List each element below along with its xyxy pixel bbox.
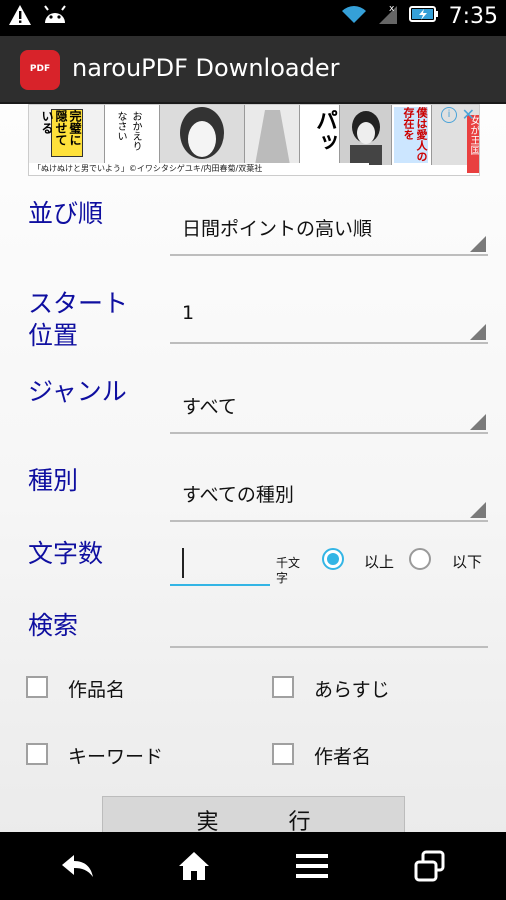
radio-below-label: 以下 [452, 553, 483, 571]
genre-label: ジャンル [28, 377, 127, 406]
search-label: 検索 [28, 611, 79, 640]
genre-value: すべて [182, 396, 237, 418]
checkbox-author[interactable] [272, 743, 294, 765]
start-label-line: スタート [28, 289, 129, 318]
clock: 7:35 [448, 3, 498, 29]
svg-text:x: x [389, 4, 395, 14]
ad-text: 僕は愛人の存在を [394, 107, 428, 163]
unit-line: 字 [276, 571, 289, 585]
start-spinner[interactable]: 1 [170, 292, 488, 344]
checkbox-keyword-label: キーワード [68, 746, 164, 768]
text-cursor [182, 548, 184, 578]
menu-icon[interactable] [272, 832, 352, 900]
checkbox-synopsis-label: あらすじ [314, 679, 390, 701]
wifi-icon [341, 3, 367, 29]
start-value: 1 [182, 302, 195, 324]
recent-apps-icon[interactable] [390, 832, 470, 900]
checkbox-synopsis[interactable] [272, 676, 294, 698]
ad-close-icon[interactable]: ✕ [462, 105, 475, 124]
radio-above-label: 以上 [364, 553, 395, 571]
app-logo-icon[interactable]: PDF [20, 50, 60, 90]
ad-panel: 僕は愛人の存在を [391, 105, 432, 165]
ad-text: おかえりなさい [115, 111, 141, 151]
android-icon [42, 5, 68, 29]
action-bar: PDF narouPDF Downloader [0, 36, 506, 104]
radio-above[interactable] [322, 548, 344, 570]
sort-value: 日間ポイントの高い順 [182, 218, 373, 240]
dropdown-triangle-icon [470, 236, 486, 252]
back-icon[interactable] [38, 832, 118, 900]
dropdown-triangle-icon [470, 324, 486, 340]
ad-panel [244, 105, 300, 165]
ad-text: パッ [312, 109, 337, 153]
char-count-unit: 千文 字 [276, 556, 300, 586]
search-input[interactable] [170, 602, 488, 648]
char-count-label: 文字数 [28, 539, 104, 568]
start-label-line: 位置 [28, 321, 79, 350]
warning-icon [8, 4, 32, 30]
sort-label: 並び順 [28, 199, 104, 228]
radio-below[interactable] [409, 548, 431, 570]
ad-panel [159, 105, 245, 165]
ad-banner[interactable]: 完璧に隠せている おかえりなさい パッ 僕は愛人の存在を 女が王国 「ぬけぬけと… [28, 104, 480, 176]
status-bar: x 7:35 [0, 0, 506, 36]
ad-panel [339, 105, 392, 165]
ad-panel: 完璧に隠せている [29, 105, 104, 165]
start-label: スタート 位置 [28, 288, 128, 352]
sort-spinner[interactable]: 日間ポイントの高い順 [170, 204, 488, 256]
checkbox-title-label: 作品名 [68, 679, 126, 701]
navigation-bar [0, 832, 506, 900]
ad-panel: パッ [299, 105, 340, 165]
char-count-input[interactable] [170, 540, 270, 586]
dropdown-triangle-icon [470, 502, 486, 518]
dropdown-triangle-icon [470, 414, 486, 430]
ad-text: 完璧に隠せている [40, 109, 83, 157]
checkbox-keyword[interactable] [26, 743, 48, 765]
checkbox-title[interactable] [26, 676, 48, 698]
checkbox-author-label: 作者名 [314, 746, 372, 768]
home-icon[interactable] [154, 832, 234, 900]
app-title: narouPDF Downloader [72, 54, 340, 82]
ad-caption: 「ぬけぬけと男でいよう」©イワシタシゲユキ/内田春菊/双葉社 [29, 163, 369, 175]
type-label: 種別 [28, 466, 79, 495]
ad-info-icon[interactable]: i [441, 107, 457, 123]
type-value: すべての種別 [182, 484, 294, 506]
battery-charging-icon [408, 4, 439, 28]
signal-icon: x [377, 2, 399, 30]
type-spinner[interactable]: すべての種別 [170, 470, 488, 522]
genre-spinner[interactable]: すべて [170, 382, 488, 434]
unit-line: 千文 [276, 556, 301, 570]
ad-panel: おかえりなさい [104, 105, 160, 165]
